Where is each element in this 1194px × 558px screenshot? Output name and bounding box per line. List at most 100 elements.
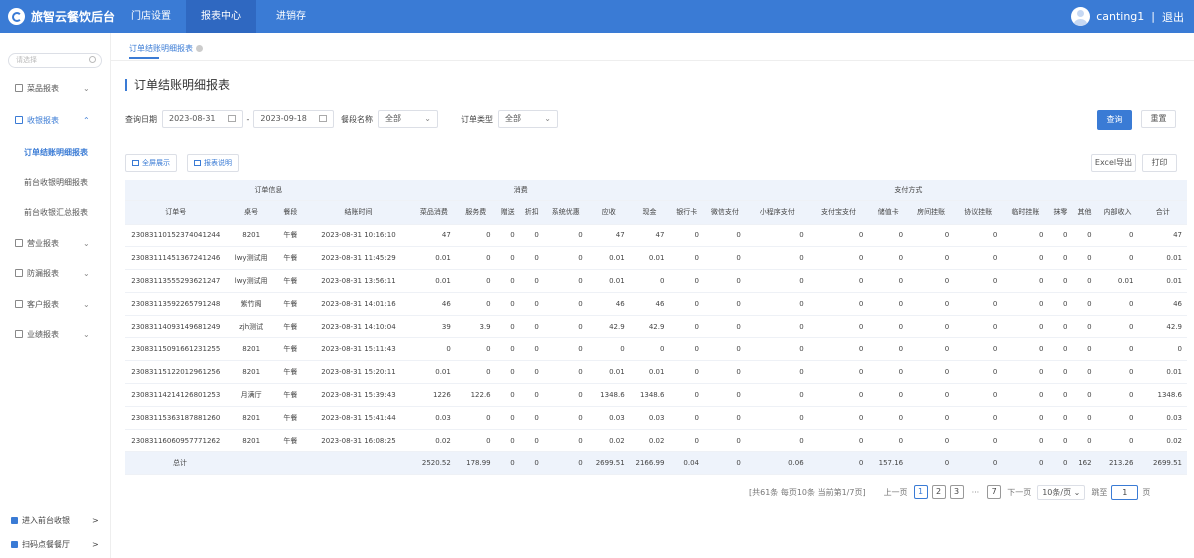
col-room-charge[interactable]: 房间挂账 (908, 200, 955, 225)
sidebar-sub-order-checkout-detail[interactable]: 订单结账明细报表 (0, 139, 110, 167)
sidebar-item-business-report[interactable]: 营业报表 ⌄ (0, 230, 110, 258)
sidebar-item-dish-report[interactable]: 菜品报表 ⌄ (0, 75, 110, 103)
col-cash[interactable]: 现金 (629, 200, 670, 225)
sidebar-item-cashier-report[interactable]: 收银报表 ⌃ (0, 107, 110, 135)
next-page-button[interactable]: 下一页 (1007, 487, 1031, 498)
table-cell: 0 (1072, 246, 1097, 271)
table-cell: 0 (495, 406, 520, 430)
page-1-button[interactable]: 1 (913, 485, 928, 499)
date-end-input[interactable]: 2023-09-18 (253, 110, 334, 128)
table-cell: 月满厅 (226, 383, 276, 407)
table-cell: 0 (808, 337, 869, 362)
sidebar-sub-front-cashier-detail[interactable]: 前台收银明细报表 (0, 169, 110, 197)
table-cell: 0 (1096, 315, 1139, 339)
table-cell: 0 (703, 406, 746, 430)
col-receivable[interactable]: 应收 (587, 200, 630, 225)
page-size-select[interactable]: 10条/页 ⌄ (1037, 484, 1086, 500)
chart-icon (194, 160, 201, 166)
brand[interactable]: 旅智云餐饮后台 (8, 0, 115, 33)
sidebar-sub-front-cashier-summary[interactable]: 前台收银汇总报表 (0, 199, 110, 227)
col-service-fee[interactable]: 服务费 (455, 200, 496, 225)
total-cell: 0 (703, 451, 746, 476)
table-cell: 0 (808, 429, 869, 453)
total-cell: 0 (543, 451, 588, 476)
table-cell: 0 (669, 337, 704, 362)
col-dish-amount[interactable]: 菜品消费 (411, 200, 456, 225)
tab-order-checkout-detail[interactable]: 订单结账明细报表 (129, 43, 203, 54)
table-cell: 8201 (226, 406, 276, 430)
scan-order-restaurant-link[interactable]: 扫码点餐餐厅 > (0, 534, 110, 556)
table-cell: 0 (808, 383, 869, 407)
sidebar-item-leak-report[interactable]: 防漏报表 ⌄ (0, 260, 110, 288)
report-description-button[interactable]: 报表说明 (187, 154, 239, 172)
col-gift[interactable]: 赠送 (495, 200, 520, 225)
table-cell: 0 (455, 429, 496, 453)
date-start-input[interactable]: 2023-08-31 (162, 110, 243, 128)
excel-export-button[interactable]: Excel导出 (1091, 154, 1136, 172)
nav-store-settings[interactable]: 门店设置 (116, 0, 186, 33)
tab-label: 订单结账明细报表 (129, 44, 193, 53)
table-cell: 1348.6 (587, 383, 630, 407)
col-wechat-pay[interactable]: 微信支付 (703, 200, 746, 225)
col-discount[interactable]: 折扣 (519, 200, 544, 225)
col-checkout-time[interactable]: 结账时间 (305, 200, 412, 225)
col-other[interactable]: 其他 (1072, 200, 1097, 225)
section-select[interactable]: 全部 ⌄ (378, 110, 438, 128)
username[interactable]: canting1 (1096, 10, 1144, 23)
table-cell: 0 (1048, 383, 1073, 407)
prev-page-button[interactable]: 上一页 (884, 487, 908, 498)
col-mini-program-pay[interactable]: 小程序支付 (745, 200, 809, 225)
table-cell: 0 (745, 337, 809, 362)
date-filter: 查询日期 2023-08-31 - 2023-09-18 (125, 110, 334, 128)
reset-button[interactable]: 重置 (1141, 110, 1176, 128)
main-content: 订单结账明细报表 订单结账明细报表 查询日期 2023-08-31 - 2023… (111, 33, 1194, 558)
table-cell: 0.01 (411, 246, 456, 271)
order-type-select[interactable]: 全部 ⌄ (498, 110, 558, 128)
col-internal-income[interactable]: 内部收入 (1096, 200, 1139, 225)
col-stored-value-card[interactable]: 储值卡 (868, 200, 909, 225)
avatar[interactable] (1071, 7, 1091, 26)
sidebar-search-input[interactable]: 请选择 (8, 53, 102, 68)
page-2-button[interactable]: 2 (931, 485, 946, 499)
table-cell: 23083111451367241246 (125, 246, 227, 271)
nav-inventory[interactable]: 进销存 (256, 0, 326, 33)
col-agreement-charge[interactable]: 协议挂账 (954, 200, 1003, 225)
col-rounding[interactable]: 抹零 (1048, 200, 1073, 225)
print-button[interactable]: 打印 (1142, 154, 1177, 172)
table-cell: 0 (1002, 224, 1049, 248)
col-order-no[interactable]: 订单号 (125, 200, 227, 225)
table-cell: 0 (669, 292, 704, 316)
total-cell: 2520.52 (411, 451, 456, 476)
query-button[interactable]: 查询 (1097, 110, 1132, 130)
page-3-button[interactable]: 3 (949, 485, 964, 499)
enter-front-cashier-link[interactable]: 进入前台收银 > (0, 510, 110, 532)
col-system-discount[interactable]: 系统优惠 (543, 200, 588, 225)
tab-strip: 订单结账明细报表 (111, 33, 1194, 61)
col-bank-card[interactable]: 银行卡 (669, 200, 704, 225)
brand-logo-icon (8, 8, 25, 25)
col-alipay[interactable]: 支付宝支付 (808, 200, 869, 225)
table-cell: lwy测试用 (226, 269, 276, 293)
fullscreen-button[interactable]: 全屏展示 (125, 154, 177, 172)
total-cell: 2699.51 (1138, 451, 1187, 476)
close-icon[interactable] (196, 45, 203, 52)
table-cell: 0.01 (587, 360, 630, 385)
goto-page-input[interactable]: 1 (1111, 484, 1139, 500)
table-cell: 0 (1096, 246, 1139, 271)
col-temp-charge[interactable]: 临时挂账 (1002, 200, 1049, 225)
col-meal-section[interactable]: 餐段 (275, 200, 306, 225)
table-cell: 0 (495, 360, 520, 385)
page-last-button[interactable]: 7 (987, 485, 1002, 499)
nav-report-center[interactable]: 报表中心 (186, 0, 256, 33)
sidebar-item-performance-report[interactable]: 业绩报表 ⌄ (0, 321, 110, 349)
order-type-value: 全部 (505, 114, 521, 123)
logout-link[interactable]: 退出 (1162, 9, 1184, 25)
table-cell: 0 (543, 292, 588, 316)
col-total[interactable]: 合计 (1138, 200, 1187, 225)
table-cell: 0 (519, 360, 544, 385)
table-cell: 0 (1048, 315, 1073, 339)
col-table-no[interactable]: 桌号 (226, 200, 276, 225)
sidebar-item-label: 防漏报表 (27, 269, 59, 278)
table-cell: 2023-08-31 16:08:25 (305, 429, 412, 453)
sidebar-item-customer-report[interactable]: 客户报表 ⌄ (0, 291, 110, 319)
